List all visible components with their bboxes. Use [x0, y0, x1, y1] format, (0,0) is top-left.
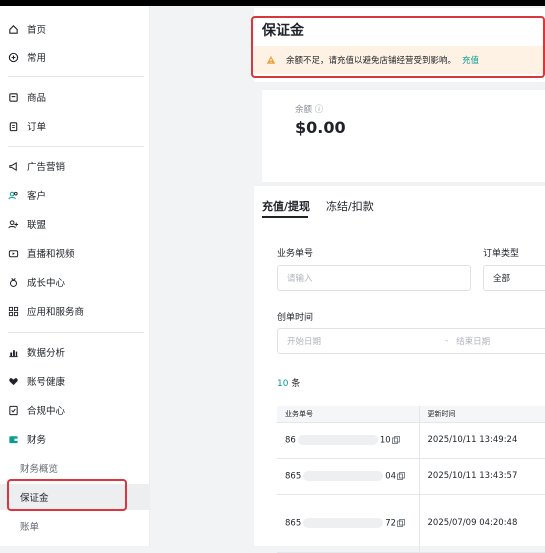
order-no-suffix: 04: [385, 471, 397, 482]
video-icon: [7, 247, 19, 259]
sidebar-divider: [8, 146, 144, 147]
sidebar-item-orders[interactable]: 订单: [0, 113, 150, 139]
wallet-icon: [7, 433, 19, 445]
apps-icon: [7, 305, 19, 317]
table-header-row: 业务单号 更新时间: [277, 406, 545, 423]
heart-icon: [7, 375, 19, 387]
order-no-cell: 86 10: [277, 422, 420, 459]
sidebar-item-favorites[interactable]: 常用: [0, 44, 150, 70]
records-table: 业务单号 更新时间 86 10 2025/10/11 13:49:24 865 04…: [277, 406, 545, 553]
megaphone-icon: [7, 160, 19, 172]
tab-freeze-deduct[interactable]: 冻结/扣款: [326, 198, 374, 214]
order-no-suffix: 10: [379, 435, 391, 446]
sidebar-item-label: 成长中心: [27, 278, 66, 289]
sidebar-item-label: 账号健康: [27, 377, 66, 388]
order-no-prefix: 865: [285, 518, 302, 529]
sidebar-item-customers[interactable]: 客户: [0, 182, 150, 208]
sidebar: 首页 常用 商品 订单 广告营销 客户 联盟 直播和视频 成长中心 应用和服务商: [0, 6, 150, 546]
end-date-placeholder[interactable]: 结束日期: [456, 335, 490, 347]
table-row: 865 72 2025/07/09 04:20:48: [277, 494, 545, 553]
users-icon: [7, 189, 19, 201]
sidebar-subitem-bills[interactable]: 账单: [0, 513, 150, 539]
sidebar-item-compliance[interactable]: 合规中心: [0, 397, 150, 423]
start-date-placeholder[interactable]: 开始日期: [287, 335, 321, 347]
order-no-cell: 865 04: [277, 458, 420, 495]
sidebar-item-label: 联盟: [27, 220, 47, 231]
result-count-unit: 条: [291, 379, 301, 389]
column-header-order-no: 业务单号: [277, 406, 420, 423]
copy-icon[interactable]: [397, 471, 405, 480]
sidebar-item-label: 订单: [27, 122, 47, 133]
active-tab-underline: [262, 216, 308, 218]
copy-icon[interactable]: [391, 435, 400, 444]
document-check-icon: [7, 404, 19, 416]
sidebar-divider: [8, 332, 144, 333]
updated-time-cell: 2025/10/11 13:43:57: [419, 458, 545, 495]
updated-time-cell: 2025/07/09 04:20:48: [419, 494, 545, 553]
sidebar-item-label: 客户: [27, 191, 47, 202]
sidebar-item-home[interactable]: 首页: [0, 16, 150, 42]
sidebar-item-label: 商品: [27, 93, 47, 104]
sidebar-item-label: 首页: [27, 25, 47, 36]
result-count: 10 条: [277, 376, 300, 389]
sidebar-item-marketing[interactable]: 广告营销: [0, 153, 150, 179]
balance-label: 余额 ⓘ: [295, 105, 324, 115]
sidebar-item-label: 直播和视频: [27, 249, 75, 260]
chart-icon: [7, 346, 19, 358]
order-no-input[interactable]: 请输入: [277, 265, 471, 291]
sidebar-divider: [8, 76, 144, 77]
order-no-prefix: 86: [285, 435, 296, 446]
order-type-label: 订单类型: [483, 249, 520, 259]
order-no-prefix: 865: [285, 471, 302, 482]
created-time-label: 创单时间: [277, 313, 314, 323]
tab-recharge-withdraw[interactable]: 充值/提现: [262, 198, 310, 214]
sidebar-item-label: 广告营销: [27, 162, 66, 173]
home-icon: [7, 23, 19, 35]
sidebar-item-products[interactable]: 商品: [0, 84, 150, 110]
order-type-select[interactable]: 全部: [483, 265, 545, 291]
plus-circle-icon: [7, 51, 19, 63]
sidebar-item-affiliate[interactable]: 联盟: [0, 211, 150, 237]
table-row: 865 04 2025/10/11 13:43:57: [277, 458, 545, 495]
date-range-picker[interactable]: 开始日期 - 结束日期: [277, 328, 545, 354]
date-separator: -: [445, 336, 449, 346]
sidebar-item-label: 常用: [27, 53, 47, 64]
redacted-block: [297, 434, 378, 445]
box-icon: [7, 91, 19, 103]
user-plus-icon: [7, 218, 19, 230]
highlight-box-deposit-nav: [7, 479, 127, 511]
sidebar-item-account-health[interactable]: 账号健康: [0, 368, 150, 394]
result-count-number: 10: [277, 379, 289, 389]
redacted-block: [303, 470, 384, 481]
highlight-box-title: [251, 16, 545, 78]
sidebar-subitem-finance-overview[interactable]: 财务概览: [0, 455, 150, 481]
sidebar-item-label: 合规中心: [27, 406, 66, 417]
order-no-label: 业务单号: [277, 249, 314, 259]
sidebar-item-label: 财务: [27, 435, 47, 446]
sidebar-item-analytics[interactable]: 数据分析: [0, 339, 150, 365]
sidebar-item-label: 应用和服务商: [27, 307, 85, 318]
sidebar-item-live-video[interactable]: 直播和视频: [0, 240, 150, 266]
balance-value: $0.00: [295, 118, 346, 137]
table-row: 86 10 2025/10/11 13:49:24: [277, 422, 545, 459]
sidebar-item-growth[interactable]: 成长中心: [0, 269, 150, 295]
updated-time-cell: 2025/10/11 13:49:24: [419, 422, 545, 459]
medal-icon: [7, 276, 19, 288]
clipboard-icon: [7, 120, 19, 132]
sidebar-item-apps-services[interactable]: 应用和服务商: [0, 298, 150, 324]
column-header-updated-time: 更新时间: [419, 406, 545, 423]
copy-icon[interactable]: [397, 518, 405, 527]
sidebar-item-label: 数据分析: [27, 348, 66, 359]
order-no-suffix: 72: [385, 518, 397, 529]
order-no-cell: 865 72: [277, 494, 420, 553]
redacted-block: [303, 517, 384, 528]
sidebar-item-finance[interactable]: 财务: [0, 426, 150, 452]
